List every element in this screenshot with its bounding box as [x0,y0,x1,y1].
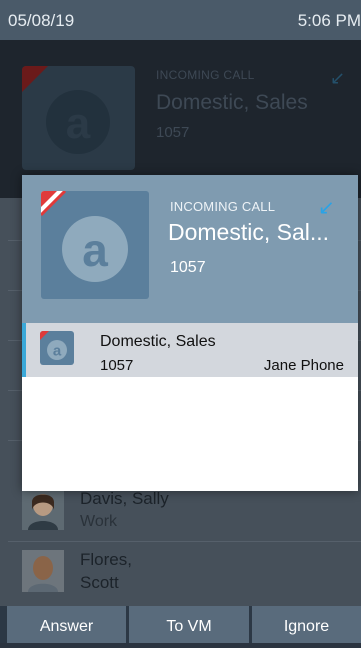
popup-header: a INCOMING CALL Domestic, Sal... 1057 ↙ [22,175,358,323]
svg-text:a: a [82,224,108,276]
contact-photo [22,550,64,592]
background-avatar: a [22,66,135,170]
row-caller-extension: 1057 [100,357,134,374]
incoming-call-row[interactable]: a Domestic, Sales 1057 Jane Phone [22,323,358,377]
list-divider [8,541,361,542]
ignore-button[interactable]: Ignore [252,606,361,643]
background-call-name: Domestic, Sales [156,91,308,114]
avatar-logo-icon: a [22,66,110,154]
popup-caller-name: Domestic, Sal... [168,219,330,245]
person-avatar-icon [22,550,64,592]
avatar-logo-icon: a [40,331,67,360]
contact-name: Davis, Sally [80,489,169,508]
incoming-call-arrow-icon: ↙ [318,197,335,219]
popup-caller-extension: 1057 [170,259,206,276]
row-avatar: a [40,331,74,365]
status-date: 05/08/19 [8,11,75,30]
background-call-label: INCOMING CALL [156,68,255,82]
incoming-call-popup: a INCOMING CALL Domestic, Sal... 1057 ↙ … [22,175,358,491]
status-bar: 05/08/19 5:06 PM [0,0,361,40]
avatar-logo-icon: a [41,191,128,282]
popup-call-label: INCOMING CALL [170,199,276,214]
person-avatar-icon [22,488,64,530]
status-time: 5:06 PM [297,11,361,30]
contact-name: Flores, [80,550,132,569]
background-call-extension: 1057 [156,124,190,141]
contact-name-line2: Scott [80,573,119,592]
contact-photo [22,488,64,530]
incoming-call-arrow-icon: ↙ [330,68,346,88]
row-caller-name: Domestic, Sales [100,333,216,350]
svg-text:a: a [66,99,91,148]
to-voicemail-button[interactable]: To VM [129,606,249,643]
contact-number-type: Work [80,513,118,530]
row-device-name: Jane Phone [263,357,344,374]
softkey-bar: Answer To VM Ignore [0,606,361,643]
svg-text:a: a [53,343,62,360]
popup-avatar: a [41,191,149,299]
answer-button[interactable]: Answer [7,606,126,643]
